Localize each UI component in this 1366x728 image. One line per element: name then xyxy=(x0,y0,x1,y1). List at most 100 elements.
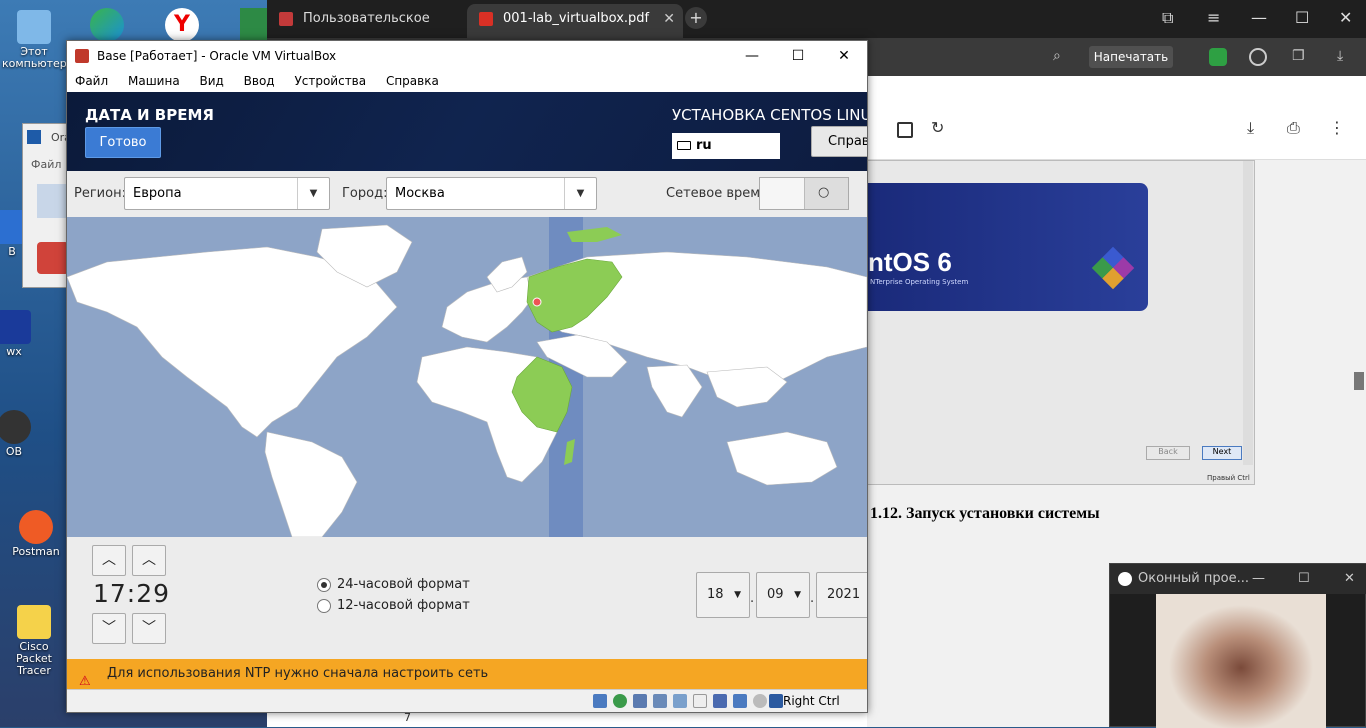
more-icon[interactable]: ⋮ xyxy=(1329,118,1345,137)
maximize-button[interactable]: ☐ xyxy=(775,41,821,71)
download-icon[interactable]: ⤓ xyxy=(1247,118,1254,138)
network-time-label: Сетевое время xyxy=(666,186,768,201)
radio-selected xyxy=(317,578,331,592)
menu-view[interactable]: Вид xyxy=(192,71,232,91)
pdf-icon xyxy=(479,12,493,26)
print-button[interactable]: Напечатать xyxy=(1089,46,1173,68)
tab-user-agreement[interactable]: Пользовательское согла xyxy=(267,4,467,56)
format-12-radio[interactable]: 12-часовой формат xyxy=(317,598,470,613)
vbox-menubar: Файл Машина Вид Ввод Устройства Справка xyxy=(67,71,867,92)
scrollbar[interactable] xyxy=(1243,161,1253,465)
extension-icon[interactable] xyxy=(1249,48,1267,66)
new-tab-button[interactable]: + xyxy=(685,7,707,29)
done-button[interactable]: Готово xyxy=(85,127,161,158)
hour-up-button[interactable]: ︿ xyxy=(92,545,126,576)
camera-window[interactable]: Оконный прое... — ☐ ✕ xyxy=(1109,563,1366,728)
fit-page-icon[interactable] xyxy=(897,122,913,138)
vbox-manager-menu[interactable]: Файл xyxy=(31,158,61,171)
collections-icon[interactable]: ❐ xyxy=(1292,48,1305,64)
vbox-titlebar: Base [Работает] - Oracle VM VirtualBox —… xyxy=(67,41,867,71)
region-city-row: Регион: Европа ▼ Город: Москва ▼ Сетевое… xyxy=(67,171,867,217)
minimize-button[interactable]: — xyxy=(1251,8,1267,27)
switch-off-icon: ○ xyxy=(818,185,830,200)
close-button[interactable]: ✕ xyxy=(1344,564,1355,594)
recording-icon[interactable] xyxy=(733,694,747,708)
browser-scrollbar-thumb[interactable] xyxy=(1354,372,1364,390)
vbox-statusbar: Right Ctrl xyxy=(67,689,867,712)
close-button[interactable]: ✕ xyxy=(1339,8,1352,27)
usb-icon[interactable] xyxy=(673,694,687,708)
download-icon[interactable]: ⤓ xyxy=(1337,48,1343,64)
format-24-radio[interactable]: 24-часовой формат xyxy=(317,577,470,592)
ob-icon[interactable]: OB xyxy=(0,410,46,458)
close-tab-icon[interactable]: ✕ xyxy=(663,4,675,34)
this-pc-label: Этот компьютер xyxy=(2,45,67,70)
tab-pdf[interactable]: 001-lab_virtualbox.pdf ✕ xyxy=(467,4,683,38)
city-combo[interactable]: Москва ▼ xyxy=(386,177,597,210)
menu-icon[interactable]: ≡ xyxy=(1207,8,1220,27)
hour-down-button[interactable]: ﹀ xyxy=(92,613,126,644)
close-button[interactable]: ✕ xyxy=(821,41,867,71)
day-value: 18 xyxy=(707,587,724,602)
hdd-icon[interactable] xyxy=(593,694,607,708)
this-pc-icon[interactable]: Этот компьютер xyxy=(2,10,67,70)
chevron-down-icon: ▼ xyxy=(297,178,329,209)
world-map xyxy=(67,217,867,537)
menu-devices[interactable]: Устройства xyxy=(286,71,374,91)
virtualbox-vm-window[interactable]: Base [Работает] - Oracle VM VirtualBox —… xyxy=(66,40,868,713)
chevron-down-icon: ▼ xyxy=(734,590,741,600)
switch-knob xyxy=(760,178,805,209)
zoom-icon[interactable]: ⌕ xyxy=(1053,48,1061,64)
year-combo[interactable]: 2021 xyxy=(816,572,867,618)
audio-icon[interactable] xyxy=(633,694,647,708)
month-value: 09 xyxy=(767,587,784,602)
vbox-manager-window[interactable]: Ora Файл xyxy=(22,123,72,288)
minimize-button[interactable]: — xyxy=(729,41,775,71)
maximize-button[interactable]: ☐ xyxy=(1295,8,1309,27)
chevron-down-icon: ▼ xyxy=(794,590,801,600)
year-value: 2021 xyxy=(827,587,861,602)
display-icon[interactable] xyxy=(713,694,727,708)
timezone-map[interactable] xyxy=(67,217,867,537)
city-label: Город: xyxy=(342,186,388,201)
yandex-icon[interactable]: Y xyxy=(165,8,199,42)
menu-machine[interactable]: Машина xyxy=(120,71,188,91)
pdf-screenshot-figure: ntOS 6 NTerprise Operating System Back N… xyxy=(867,160,1255,485)
postman-icon[interactable]: Postman xyxy=(4,510,68,558)
radio-unselected xyxy=(317,599,331,613)
date-separator: . xyxy=(810,591,815,606)
collections-icon[interactable]: ⧉ xyxy=(1162,8,1173,28)
ntp-warning-text: Для использования NTP нужно сначала наст… xyxy=(107,666,489,681)
month-combo[interactable]: 09 ▼ xyxy=(756,572,810,618)
host-key-arrow-icon xyxy=(769,694,783,708)
minute-up-button[interactable]: ︿ xyxy=(132,545,166,576)
shield-icon[interactable] xyxy=(1209,48,1227,66)
minute-down-button[interactable]: ﹀ xyxy=(132,613,166,644)
region-value: Европа xyxy=(133,186,182,201)
menu-help[interactable]: Справка xyxy=(378,71,447,91)
menu-input[interactable]: Ввод xyxy=(236,71,283,91)
region-combo[interactable]: Европа ▼ xyxy=(124,177,330,210)
network-icon[interactable] xyxy=(653,694,667,708)
shared-folders-icon[interactable] xyxy=(693,694,707,708)
rotate-icon[interactable]: ↻ xyxy=(931,118,944,137)
cisco-packet-tracer-icon[interactable]: Cisco Packet Tracer xyxy=(2,605,66,677)
edge-icon[interactable] xyxy=(90,8,124,42)
warning-icon: ⚠ xyxy=(79,674,91,689)
menu-file[interactable]: Файл xyxy=(67,71,116,91)
printer-icon[interactable]: ⎙ xyxy=(1287,118,1300,138)
keyboard-layout-indicator[interactable]: ru xyxy=(672,133,780,159)
minimize-button[interactable]: — xyxy=(1252,564,1265,594)
wx-icon[interactable]: wx xyxy=(0,310,46,358)
day-combo[interactable]: 18 ▼ xyxy=(696,572,750,618)
green-app-icon[interactable] xyxy=(240,8,268,42)
network-time-switch[interactable]: ○ xyxy=(759,177,849,210)
vm-icon[interactable] xyxy=(37,242,69,274)
ob-label: OB xyxy=(5,445,23,458)
help-button[interactable]: Справка xyxy=(811,126,867,157)
optical-drive-icon[interactable] xyxy=(613,694,627,708)
location-pin-icon xyxy=(532,297,542,307)
cpu-icon[interactable] xyxy=(753,694,767,708)
tools-icon[interactable] xyxy=(37,184,69,218)
maximize-button[interactable]: ☐ xyxy=(1298,564,1310,594)
